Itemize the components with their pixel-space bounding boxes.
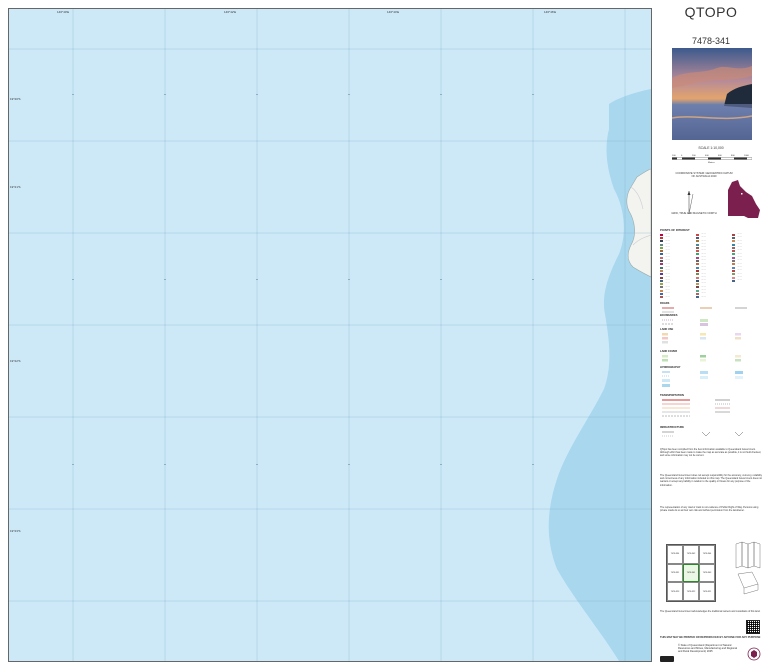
creative-commons-icon [660, 656, 674, 662]
north-note: GRID, TRUE AND MAGNETIC NORTH [671, 212, 717, 215]
index-cell[interactable]: 7478-334 [667, 545, 683, 564]
legend-land-use: LAND USE [660, 328, 674, 331]
index-cell[interactable]: 7478-342 [683, 545, 699, 564]
sea-area [9, 9, 651, 661]
index-cell-current[interactable]: 7478-341 [683, 563, 699, 583]
map-canvas[interactable]: 146°40'E 146°42'E 146°44'E 146°46'E 19°2… [8, 8, 652, 662]
coord-left-3: 19°22'S [10, 359, 21, 363]
disclaimer-para-1: QTopo has been compiled from the best in… [660, 448, 761, 458]
queensland-crest-logo [746, 646, 762, 662]
index-cell[interactable]: 7478-321 [699, 582, 715, 601]
scale-tick-label: 800 [731, 155, 735, 157]
index-cell[interactable]: 7478-344 [699, 545, 715, 564]
coord-left-4: 19°23'S [10, 529, 21, 533]
map-sidebar: QTOPO 7478-341 SCALE 1:10,000 100 0 200 … [654, 0, 768, 671]
scale-tick-label: 0 [681, 155, 683, 157]
copyright-text: © State of Queensland (Department of Nat… [678, 644, 737, 654]
coord-top-2: 146°42'E [224, 10, 237, 14]
legend-column-1: ······· ······· ······· ······· ······· … [660, 233, 694, 299]
locator-marker [741, 193, 743, 195]
legend-column-3: ······· ······· ······· ······· ······· … [732, 233, 766, 282]
cover-photo [671, 48, 753, 140]
disclaimer-para-2: The Queensland Government does not accep… [660, 474, 762, 487]
scale-tick-label: 600 [718, 155, 722, 157]
scale-tick-label: 100 [672, 155, 676, 157]
legend-boundaries: BOUNDARIES [660, 314, 678, 317]
legend-hydrography: HYDROGRAPHY [660, 366, 681, 369]
scale-label: SCALE 1:10,000 [698, 146, 724, 150]
locator-map [724, 178, 764, 222]
fold-diagram [732, 538, 762, 598]
legend-transportation: TRANSPORTATION [660, 394, 684, 397]
scale-tick-label: 1000 [744, 155, 750, 157]
scale-tick-label: 200 [692, 155, 696, 157]
coord-top-1: 146°40'E [57, 10, 70, 14]
index-cell[interactable]: 7478-343 [699, 563, 715, 583]
map-number: 7478-341 [691, 36, 731, 46]
legend-column-2: ······· ······· ······· ······· ······· … [696, 233, 730, 299]
adjoining-sheets-index: 7478-334 7478-342 7478-344 7478-331 7478… [666, 544, 716, 602]
disclaimer-para-3: The representation of any road or track … [660, 506, 759, 513]
queensland-shape [728, 180, 760, 218]
coord-top-3: 146°44'E [387, 10, 400, 14]
map-graphic [9, 9, 651, 661]
coord-left-1: 19°20'S [10, 97, 21, 101]
scale-tick-label: 400 [705, 155, 709, 157]
acknowledgement: The Queensland Government acknowledges t… [660, 610, 761, 613]
legend-infrastructure: INFRASTRUCTURE [660, 426, 684, 429]
index-cell[interactable]: 7478-322 [683, 582, 699, 601]
qr-code[interactable] [746, 620, 760, 634]
legend-roads: ROADS [660, 302, 670, 305]
legend-heading: POINTS OF INTEREST [660, 228, 690, 232]
legend-land-cover: LAND COVER [660, 350, 678, 353]
scale-units: Metres [708, 161, 716, 164]
index-cell[interactable]: 7478-323 [667, 582, 683, 601]
index-cell[interactable]: 7478-331 [667, 563, 683, 583]
sunset-photo [671, 48, 753, 140]
coord-left-2: 19°21'S [10, 185, 21, 189]
scale-bar: 100 0 200 400 600 800 1000 Metres [671, 152, 753, 170]
coord-top-4: 146°46'E [544, 10, 557, 14]
reproduction-note: THIS MAP MAY BE PRINTED OR REPRODUCED BY… [660, 636, 761, 639]
qtopo-title: QTOPO [684, 4, 738, 20]
